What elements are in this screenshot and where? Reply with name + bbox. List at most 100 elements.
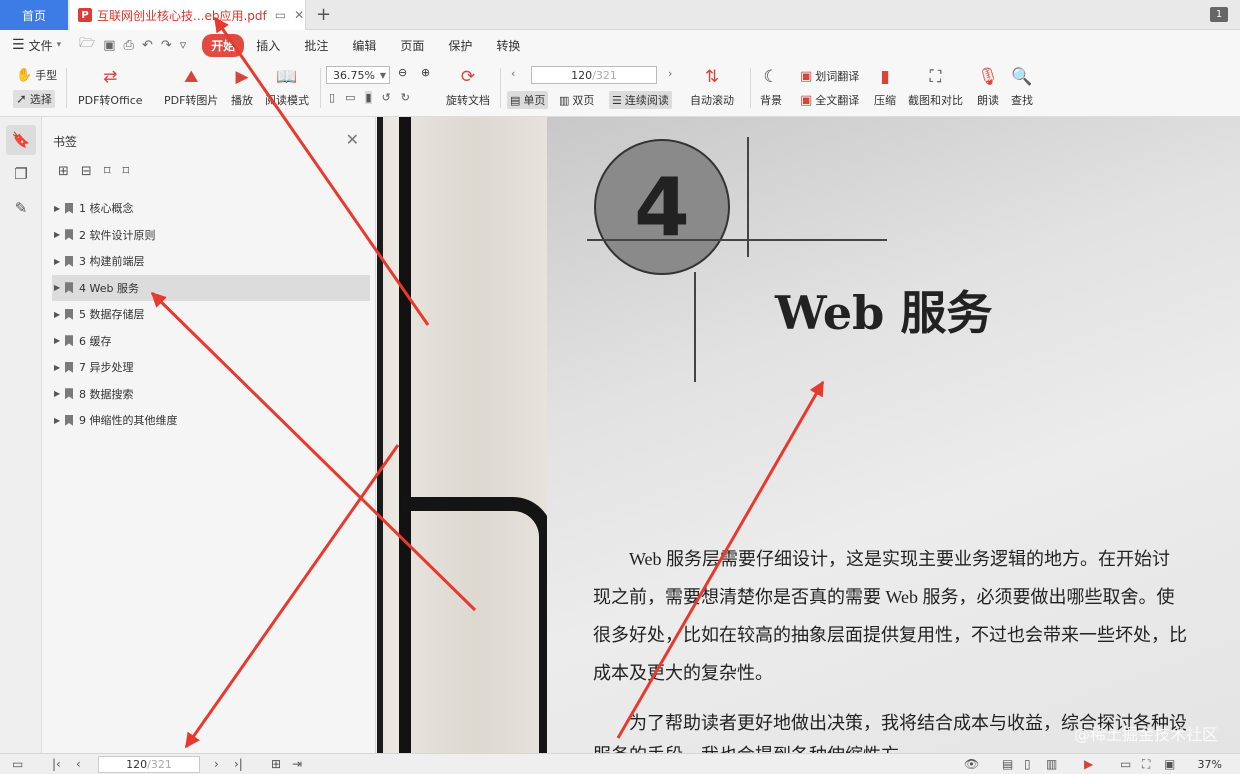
document-view[interactable]: 4 Web 服务 Web 服务层需要仔细设计，这是实现主要业务逻辑的地方。在开始…: [377, 117, 1240, 753]
play-icon[interactable]: ▶: [1084, 757, 1093, 771]
bookmark-item[interactable]: ▶ 5 数据存储层: [52, 301, 370, 328]
double-page-view-icon[interactable]: ▥: [1046, 757, 1057, 771]
file-menu[interactable]: ☰ 文件 ▾: [12, 37, 61, 54]
double-page-button[interactable]: ▥ 双页: [556, 91, 597, 109]
bookmark-item[interactable]: ▶ 8 数据搜索: [52, 381, 370, 408]
rotate-left-icon[interactable]: ↺: [382, 91, 391, 104]
first-page-icon[interactable]: |‹: [52, 757, 61, 771]
next-page-icon[interactable]: ›: [668, 67, 672, 80]
add-bookmark-icon[interactable]: ⊞: [58, 164, 69, 179]
eye-icon[interactable]: 👁: [964, 757, 979, 771]
print-icon[interactable]: ⎙: [124, 38, 134, 53]
close-icon[interactable]: ✕: [294, 8, 304, 22]
next-page-icon[interactable]: ›: [214, 757, 219, 771]
signature-panel-button[interactable]: ✎: [6, 193, 36, 223]
hand-tool-button[interactable]: ✋ 手型: [16, 67, 57, 83]
single-page-button[interactable]: ▤ 单页: [507, 91, 549, 109]
bookmark-panel-button[interactable]: 🔖: [6, 125, 36, 155]
new-tab-button[interactable]: +: [316, 4, 331, 25]
monitor-icon[interactable]: ▭: [275, 8, 286, 22]
expand-icon[interactable]: ▶: [54, 416, 60, 425]
fit-page-icon[interactable]: ⛶: [1142, 757, 1150, 772]
tab-protect[interactable]: 保护: [436, 34, 484, 57]
fit-width-icon[interactable]: ▭: [1120, 757, 1131, 771]
pdf-to-image-button[interactable]: ⛰ PDF转图片: [164, 66, 218, 108]
select-tool-button[interactable]: ➚ 选择: [13, 90, 55, 108]
book-icon: 📖: [276, 67, 298, 87]
double-page-icon: ▥: [559, 93, 570, 107]
bookmark-item[interactable]: ▶ 1 核心概念: [52, 195, 370, 222]
zoom-in-icon[interactable]: ⊕: [421, 66, 430, 79]
open-folder-icon[interactable]: 🗁: [79, 34, 95, 56]
zoom-out-icon[interactable]: ⊖: [398, 66, 407, 79]
rotate-right-icon[interactable]: ↻: [401, 91, 410, 104]
read-aloud-button[interactable]: 🎙 朗读: [977, 66, 999, 108]
tab-document-title: 互联网创业核心技...eb应用.pdf: [97, 8, 267, 23]
bookmark-label: 7 异步处理: [79, 361, 134, 375]
prev-page-icon[interactable]: ‹: [76, 757, 81, 771]
tab-start[interactable]: 开始: [202, 33, 245, 57]
export-page-icon[interactable]: ⇥: [292, 757, 302, 771]
read-mode-button[interactable]: 📖 阅读模式: [265, 66, 309, 108]
find-button[interactable]: 🔍 查找: [1011, 66, 1033, 108]
pdf-to-office-button[interactable]: ⇄ PDF转Office: [78, 66, 143, 108]
add-child-bookmark-icon[interactable]: ⊟: [81, 164, 92, 179]
undo-icon[interactable]: ↶: [142, 38, 153, 53]
tab-home[interactable]: 首页: [0, 0, 68, 30]
word-translate-button[interactable]: ▣ 划词翻译: [800, 68, 859, 84]
expand-icon[interactable]: ▶: [54, 363, 60, 372]
expand-icon[interactable]: ▶: [54, 204, 60, 213]
sidebar-toggle-icon[interactable]: ▭: [12, 757, 23, 771]
expand-icon[interactable]: ▶: [54, 283, 60, 292]
expand-icon[interactable]: ▶: [54, 230, 60, 239]
save-icon[interactable]: ▣: [103, 38, 115, 53]
bookmark-remove-icon[interactable]: ⌑: [122, 164, 129, 179]
bookmark-add-icon[interactable]: ⌑: [104, 164, 111, 179]
fit-page-icon[interactable]: ▮: [365, 91, 372, 104]
tab-page[interactable]: 页面: [388, 34, 436, 57]
thumbnail-panel-button[interactable]: ❐: [6, 159, 36, 189]
bookmark-item[interactable]: ▶ 6 缓存: [52, 328, 370, 355]
page-view-icon[interactable]: ▯: [1024, 757, 1031, 771]
actual-size-icon[interactable]: ▯: [329, 91, 335, 104]
more-icon[interactable]: ▿: [180, 38, 187, 53]
last-page-icon[interactable]: ›|: [234, 757, 243, 771]
tab-document[interactable]: P 互联网创业核心技...eb应用.pdf ▭ ✕: [70, 0, 306, 30]
play-button[interactable]: ▶ 播放: [231, 66, 253, 108]
bookmark-panel: 书签 ✕ ⊞ ⊟ ⌑ ⌑ ▶ 1 核心概念 ▶ 2 软件设计原则 ▶ 3 构建前端层 …: [42, 117, 376, 753]
expand-icon[interactable]: ▶: [54, 336, 60, 345]
bookmark-item[interactable]: ▶ 3 构建前端层: [52, 248, 370, 275]
bookmark-item[interactable]: ▶ 9 伸缩性的其他维度: [52, 407, 370, 434]
tab-insert[interactable]: 插入: [244, 34, 292, 57]
bookmark-item[interactable]: ▶ 7 异步处理: [52, 354, 370, 381]
background-button[interactable]: ☾ 背景: [760, 66, 782, 108]
auto-scroll-button[interactable]: ⇅ 自动滚动: [690, 66, 734, 108]
tab-convert[interactable]: 转换: [484, 34, 532, 57]
play-icon: ▶: [235, 67, 249, 87]
close-icon[interactable]: ✕: [346, 130, 359, 149]
status-page-input[interactable]: 120 /321: [98, 756, 200, 773]
status-zoom[interactable]: 37%: [1198, 758, 1222, 771]
continuous-read-button[interactable]: ☰ 连续阅读: [609, 91, 672, 109]
prev-page-icon[interactable]: ‹: [511, 67, 515, 80]
expand-icon[interactable]: ▶: [54, 310, 60, 319]
fit-width-icon[interactable]: ▭: [345, 91, 355, 104]
zoom-select[interactable]: 36.75% ▼: [326, 66, 390, 84]
bookmark-item-selected[interactable]: ▶ 4 Web 服务: [52, 274, 370, 301]
tab-edit[interactable]: 编辑: [340, 34, 388, 57]
full-translate-button[interactable]: ▣ 全文翻译: [800, 92, 859, 108]
expand-icon[interactable]: ▶: [54, 389, 60, 398]
bookmark-item[interactable]: ▶ 2 软件设计原则: [52, 222, 370, 249]
expand-icon[interactable]: ▶: [54, 257, 60, 266]
window-count-badge[interactable]: 1: [1210, 7, 1228, 22]
add-page-icon[interactable]: ⊞: [271, 757, 281, 771]
fullscreen-icon[interactable]: ▣: [1164, 757, 1175, 771]
microphone-icon: 🎙: [977, 67, 999, 87]
compress-button[interactable]: ▮ 压缩: [874, 66, 896, 108]
rotate-document-button[interactable]: ⟳ 旋转文档: [446, 66, 490, 108]
page-number-input[interactable]: 120 /321: [531, 66, 657, 84]
redo-icon[interactable]: ↷: [161, 38, 172, 53]
tab-annotate[interactable]: 批注: [292, 34, 340, 57]
screenshot-compare-button[interactable]: ⛶ 截图和对比: [908, 66, 963, 108]
single-page-view-icon[interactable]: ▤: [1002, 757, 1013, 771]
